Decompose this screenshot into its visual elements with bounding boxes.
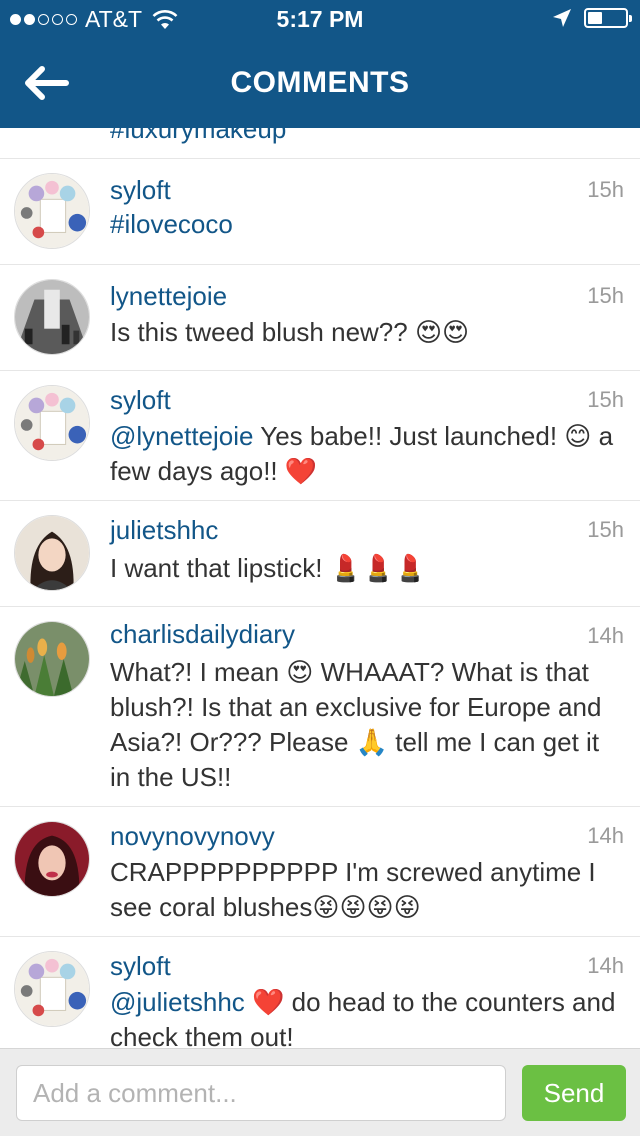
comment-input[interactable] [16, 1065, 506, 1121]
status-time: 5:17 PM [276, 6, 364, 32]
comment-username[interactable]: syloft [110, 951, 171, 982]
comment-mention[interactable]: @lynettejoie [110, 421, 253, 451]
comment-text: I want that lipstick! 💄💄💄 [110, 553, 427, 583]
comment-mention[interactable]: @julietshhc [110, 987, 245, 1017]
comment-row: syloft 15h @lynettejoie Yes babe!! Just … [0, 370, 640, 500]
comment-time: 14h [587, 823, 624, 848]
status-right [552, 8, 632, 28]
comment-username[interactable]: julietshhc [110, 515, 218, 546]
comment-text: @julietshhc ❤️ do head to the counters a… [110, 985, 625, 1055]
comment-hashtag[interactable]: #ilovecoco [110, 209, 233, 239]
comment-username[interactable]: syloft [110, 175, 171, 206]
page-title: COMMENTS [230, 66, 410, 99]
comment-text: @lynettejoie Yes babe!! Just launched! 😊… [110, 419, 625, 489]
comment-username[interactable]: syloft [110, 385, 171, 416]
comment-row: syloft 15h #ilovecoco [0, 158, 640, 264]
location-arrow-icon [553, 9, 571, 27]
comment-time: 15h [587, 387, 624, 412]
comments-screen: AT&T 5:17 PM COMMENTS #luxurymakeup sylo… [0, 0, 640, 1136]
comment-username[interactable]: novynovynovy [110, 821, 275, 852]
comment-row: lynettejoie 15h Is this tweed blush new?… [0, 264, 640, 370]
avatar[interactable] [14, 279, 90, 355]
avatar[interactable] [14, 515, 90, 591]
comment-composer: Send [0, 1048, 640, 1136]
comment-text: Is this tweed blush new?? 😍😍 [110, 317, 470, 347]
comment-text: CRAPPPPPPPPPP I'm screwed anytime I see … [110, 857, 596, 922]
comment-time: 14h [587, 623, 624, 648]
comment-time: 15h [587, 283, 624, 308]
avatar[interactable] [14, 821, 90, 897]
comment-time: 14h [587, 953, 624, 978]
comment-text: #ilovecoco [110, 207, 625, 242]
status-bar: AT&T 5:17 PM [0, 0, 640, 40]
comment-text: What?! I mean 😍 WHAAAT? What is that blu… [110, 657, 602, 792]
header: AT&T 5:17 PM COMMENTS [0, 0, 640, 128]
comment-username[interactable]: lynettejoie [110, 281, 227, 312]
comment-row: charlisdailydiary 14h What?! I mean 😍 WH… [0, 606, 640, 806]
nav-bar: COMMENTS [0, 40, 640, 128]
comment-row: syloft 14h @julietshhc ❤️ do head to the… [0, 936, 640, 1066]
avatar[interactable] [14, 385, 90, 461]
avatar[interactable] [14, 951, 90, 1027]
comment-time: 15h [587, 177, 624, 202]
comment-time: 15h [587, 517, 624, 542]
send-button[interactable]: Send [522, 1065, 626, 1121]
comment-username[interactable]: charlisdailydiary [110, 619, 295, 650]
battery-icon [584, 8, 632, 28]
avatar[interactable] [14, 173, 90, 249]
comment-row: julietshhc 15h I want that lipstick! 💄💄💄 [0, 500, 640, 606]
avatar[interactable] [14, 621, 90, 697]
comments-list[interactable]: #luxurymakeup syloft 15h #ilovecoco lyne… [0, 110, 640, 1066]
comment-row: novynovynovy 14h CRAPPPPPPPPPP I'm screw… [0, 806, 640, 936]
